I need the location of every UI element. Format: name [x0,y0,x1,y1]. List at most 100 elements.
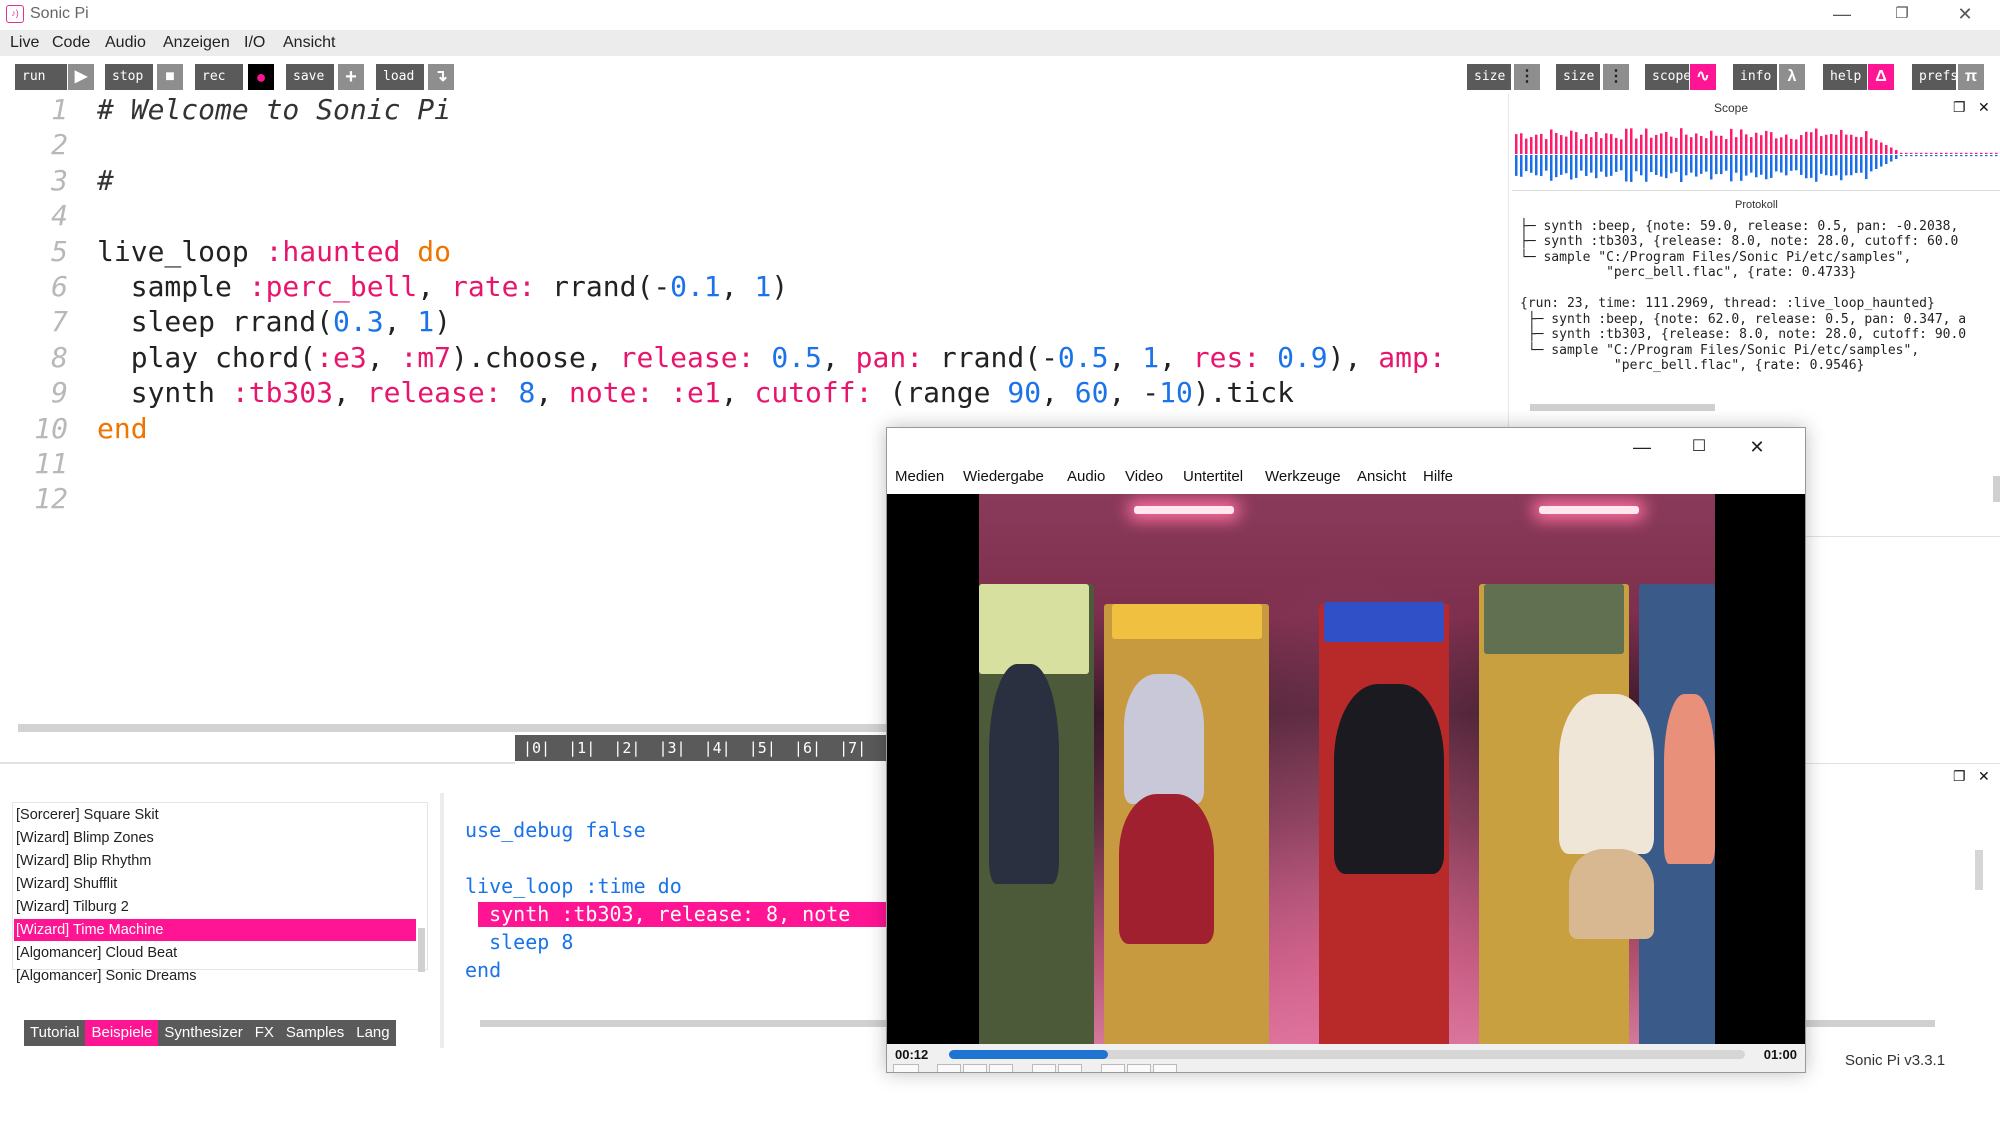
stop-button[interactable]: stop [105,64,153,90]
log-line: ├─ synth :beep, {note: 62.0, release: 0.… [1520,312,1967,327]
info-button[interactable]: info [1733,64,1777,90]
menu-audio[interactable]: Audio [105,34,146,52]
plus-icon[interactable]: + [338,64,364,90]
vlc-menu-ansicht[interactable]: Ansicht [1357,468,1406,485]
menu-io[interactable]: I/O [244,34,265,52]
example-item[interactable]: [Algomancer] Sonic Dreams [14,965,416,987]
help-tab-beispiele[interactable]: Beispiele [85,1020,159,1046]
size-down-button[interactable]: size [1467,64,1511,90]
vlc-close-icon[interactable]: ✕ [1737,434,1777,460]
next-button[interactable] [989,1064,1013,1072]
help-tab-synthesizer[interactable]: Synthesizer [158,1020,248,1046]
waveform-icon[interactable]: ∿ [1690,64,1716,90]
example-item[interactable]: [Algomancer] Cloud Beat [14,942,416,964]
menu-anzeigen[interactable]: Anzeigen [163,34,230,52]
code-line[interactable]: sleep rrand(0.3, 1) [97,305,451,338]
help-tab-samples[interactable]: Samples [280,1020,350,1046]
scope-close-icon[interactable]: ✕ [1978,99,1990,116]
delta-icon[interactable]: Δ [1868,64,1894,90]
help-tab-lang[interactable]: Lang [350,1020,395,1046]
code-line[interactable]: # [97,164,114,197]
scope-button[interactable]: scope [1645,64,1691,90]
stop-icon[interactable]: ■ [157,64,183,90]
menu-code[interactable]: Code [52,34,90,52]
code-line[interactable]: end [97,412,148,445]
pause-button[interactable] [893,1064,919,1072]
extended-settings-button[interactable] [1058,1064,1082,1072]
scope-bar-left [1575,132,1578,154]
example-item[interactable]: [Wizard] Tilburg 2 [14,896,416,918]
example-item[interactable]: [Wizard] Blimp Zones [14,827,416,849]
log-vertical-scrollbar[interactable] [1993,476,2000,502]
example-item[interactable]: [Sorcerer] Square Skit [14,804,416,826]
vlc-menu-untertitel[interactable]: Untertitel [1183,468,1243,485]
help-splitter[interactable] [440,793,444,1048]
lambda-icon[interactable]: λ [1779,64,1805,90]
code-token: 8 [518,376,536,410]
help-undock-icon[interactable]: ❐ [1953,768,1966,785]
restore-icon[interactable]: ❐ [1872,0,1932,30]
code-token: sample [97,270,249,303]
help-tab-fx[interactable]: FX [249,1020,280,1046]
vlc-menu-medien[interactable]: Medien [895,468,944,485]
vlc-menu-video[interactable]: Video [1125,468,1163,485]
loop-button[interactable] [1127,1064,1151,1072]
vlc-minimize-icon[interactable]: — [1622,434,1662,460]
prev-button[interactable] [937,1064,961,1072]
help-tab-tutorial[interactable]: Tutorial [24,1020,85,1046]
scope-bar-left [1635,138,1638,154]
rec-button[interactable]: rec [195,64,243,90]
vlc-menu-audio[interactable]: Audio [1067,468,1105,485]
help-close-icon[interactable]: ✕ [1978,768,1990,785]
menu-ansicht[interactable]: Ansicht [283,34,335,52]
close-icon[interactable]: ✕ [1935,0,1995,30]
example-item[interactable]: [Wizard] Blip Rhythm [14,850,416,872]
load-arrow-icon[interactable]: ↴ [428,64,454,90]
example-item[interactable]: [Wizard] Time Machine [14,919,416,941]
scope-bar-right [1795,155,1798,171]
scope-bar-right [1885,155,1888,164]
size-down-icon[interactable]: ⋮ [1514,64,1540,90]
line-number: 11 [34,447,68,480]
scope-bar-right [1515,155,1518,176]
help-vertical-scrollbar[interactable] [1975,850,1983,890]
example-horizontal-scrollbar[interactable] [480,1020,900,1027]
shuffle-button[interactable] [1153,1064,1177,1072]
buffer-tabs[interactable]: |0| |1| |2| |3| |4| |5| |6| |7| [515,735,890,761]
menu-live[interactable]: Live [10,34,39,52]
examples-scrollbar[interactable] [418,928,425,972]
vlc-menu-werkzeuge[interactable]: Werkzeuge [1265,468,1341,485]
undock-icon[interactable]: ❐ [1953,99,1966,116]
scope-bar-right [1815,155,1818,182]
example-item[interactable]: [Wizard] Shufflit [14,873,416,895]
record-icon[interactable]: ● [248,64,274,90]
size-up-button[interactable]: size [1556,64,1600,90]
play-icon[interactable]: ▶ [68,64,94,90]
media-player-window[interactable]: — ☐ ✕ Medien Wiedergabe Audio Video Unte… [886,427,1806,1073]
run-button[interactable]: run [15,64,67,90]
code-line[interactable]: play chord(:e3, :m7).choose, release: 0.… [97,341,1446,374]
prefs-button[interactable]: prefs [1912,64,1958,90]
save-button[interactable]: save [286,64,334,90]
editor-horizontal-scrollbar[interactable] [18,724,888,732]
stop-playback-button[interactable] [963,1064,987,1072]
code-line[interactable]: sample :perc_bell, rate: rrand(-0.1, 1) [97,270,788,303]
code-line[interactable]: # Welcome to Sonic Pi [97,93,451,126]
fullscreen-button[interactable] [1032,1064,1056,1072]
pi-icon[interactable]: π [1958,64,1984,90]
seek-bar[interactable] [949,1050,1745,1059]
load-button[interactable]: load [376,64,424,90]
code-line[interactable]: live_loop :haunted do [97,235,451,268]
help-horizontal-scrollbar[interactable] [1805,1020,1935,1027]
vlc-maximize-icon[interactable]: ☐ [1679,434,1719,460]
vlc-menu-wiedergabe[interactable]: Wiedergabe [963,468,1044,485]
code-line[interactable]: synth :tb303, release: 8, note: :e1, cut… [97,376,1294,409]
scope-bar-left [1800,135,1803,154]
help-button[interactable]: help [1823,64,1867,90]
log-horizontal-scrollbar[interactable] [1530,404,1715,411]
size-up-icon[interactable]: ⋮ [1603,64,1629,90]
playlist-button[interactable] [1101,1064,1125,1072]
vlc-menu-hilfe[interactable]: Hilfe [1423,468,1453,485]
minimize-icon[interactable]: — [1812,0,1872,30]
video-area[interactable] [887,494,1805,1044]
